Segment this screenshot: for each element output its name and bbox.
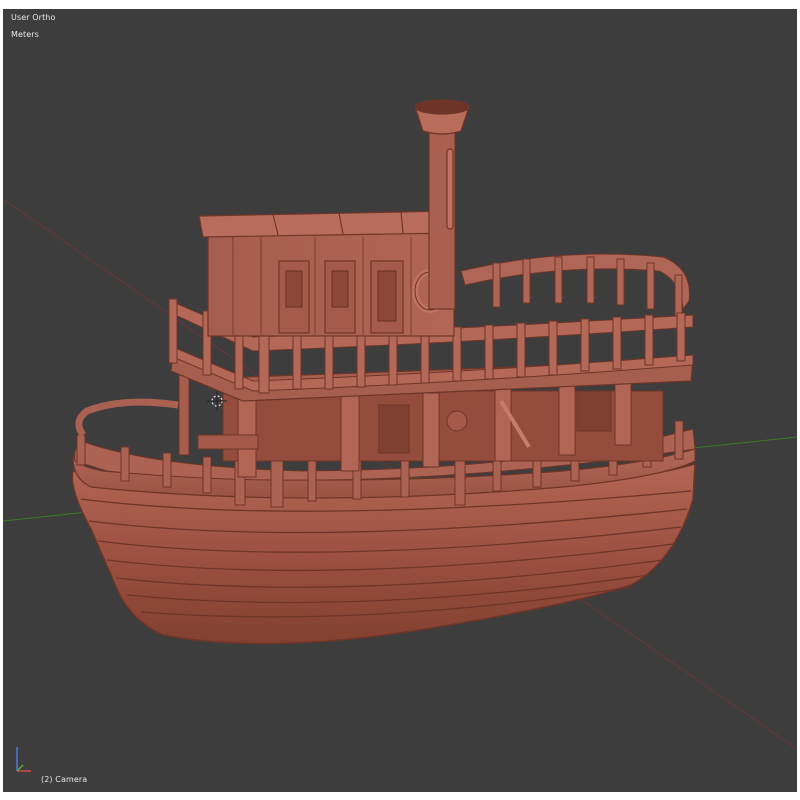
upper-deck-back-railing: [460, 253, 690, 322]
viewport-scene: [3, 99, 797, 772]
axis-gizmo-icon: [16, 747, 31, 772]
wheelhouse: [198, 210, 456, 337]
screenshot-frame: User Ortho Meters (2) Camera: [0, 0, 800, 800]
view-name-label: User Ortho: [11, 13, 56, 22]
units-label: Meters: [11, 30, 39, 39]
camera-label: (2) Camera: [41, 775, 88, 784]
3d-viewport[interactable]: User Ortho Meters (2) Camera: [3, 9, 797, 792]
steamboat-model[interactable]: [71, 99, 696, 645]
